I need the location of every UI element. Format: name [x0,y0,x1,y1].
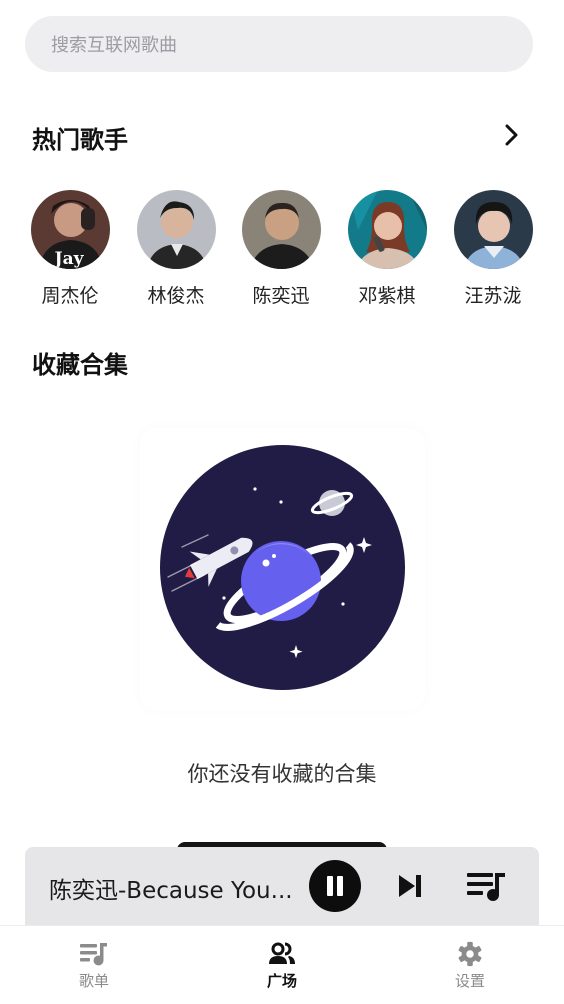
avatar: Jay [30,190,110,269]
singer-item[interactable]: 汪苏泷 [447,190,539,308]
singer-item[interactable]: 邓紫棋 [341,190,433,308]
singer-item[interactable]: 陈奕迅 [235,190,327,308]
chevron-right-icon[interactable] [498,122,524,148]
now-playing-title: 陈奕迅-Because You... [49,878,293,904]
singer-name: 邓紫棋 [358,285,416,307]
bottom-tab-bar: 歌单 广场 设置 [0,925,564,1004]
tab-settings[interactable]: 设置 [410,926,530,1004]
search-input[interactable]: 搜索互联网歌曲 [25,16,533,72]
playlist-icon[interactable] [465,870,507,902]
tab-plaza[interactable]: 广场 [222,926,342,1004]
tab-label: 广场 [266,972,297,990]
avatar [453,190,533,269]
tab-playlist[interactable]: 歌单 [34,926,154,1004]
avatar [241,190,321,269]
singer-item[interactable]: Jay 周杰伦 [24,190,116,308]
empty-state-text: 你还没有收藏的合集 [187,762,377,786]
tab-label: 设置 [454,972,485,990]
singer-name: 周杰伦 [41,285,99,307]
singer-item[interactable]: 林俊杰 [130,190,222,308]
avatar [136,190,216,269]
gear-icon [458,941,482,967]
skip-next-icon[interactable] [396,872,424,900]
planet-rocket-illustration [160,445,405,690]
tab-label: 歌单 [78,972,109,990]
hot-singers-title: 热门歌手 [32,126,128,154]
search-placeholder: 搜索互联网歌曲 [51,35,177,56]
singer-name: 汪苏泷 [464,285,522,307]
singer-list: Jay 周杰伦 林俊杰 陈奕迅 邓紫棋 汪苏泷 [0,190,564,310]
avatar-caption: Jay [52,249,84,269]
favorites-title: 收藏合集 [32,351,128,379]
mini-player[interactable]: 陈奕迅-Because You... [25,847,539,925]
singer-name: 林俊杰 [147,285,205,307]
pause-icon[interactable] [309,860,361,912]
playlist-icon [80,943,107,966]
avatar [347,190,427,269]
singer-name: 陈奕迅 [252,285,310,307]
people-icon [269,942,295,964]
